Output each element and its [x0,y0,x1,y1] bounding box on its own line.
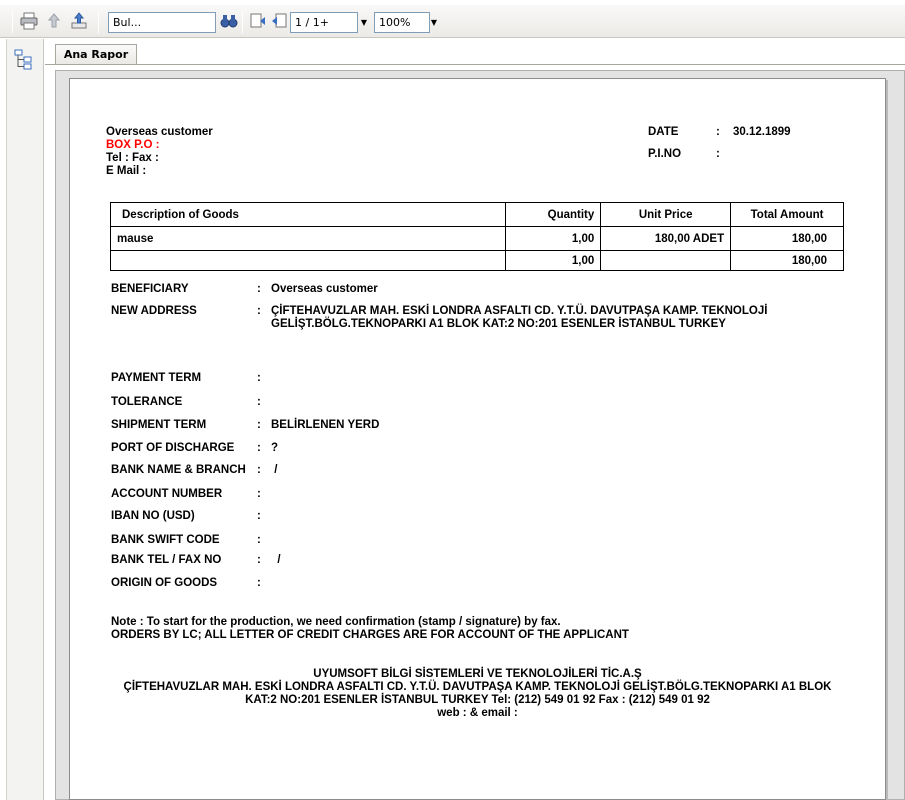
field-value-continued: GELİŞT.BÖLG.TEKNOPARKI A1 BLOK KAT:2 NO:… [271,318,726,330]
toolbar-separator [98,11,99,33]
field-label: BENEFICIARY [111,283,189,295]
prev-page-icon[interactable] [270,12,288,30]
page-dropdown-arrow[interactable]: ▼ [358,12,370,33]
cell-unit-price [600,250,732,271]
first-page-icon[interactable] [249,12,267,30]
cell-unit-price: 180,00 ADET [600,226,732,251]
search-input[interactable]: Bul... [108,12,216,33]
table-header-row: Description of Goods Quantity Unit Price… [109,202,844,227]
zoom-select[interactable]: 100% [374,12,430,33]
export-icon[interactable] [70,12,88,30]
date-value: 30.12.1899 [733,126,791,138]
date-label: DATE [648,126,679,138]
field-colon: : [257,442,261,454]
field-value: ÇİFTEHAVUZLAR MAH. ESKİ LONDRA ASFALTI C… [271,305,768,317]
field-colon: : [257,283,261,295]
tel-fax-label: Tel : Fax : [106,152,159,164]
toolbar-top-line [0,0,905,5]
box-po-label: BOX P.O : [106,139,160,151]
toolbar-separator [242,11,243,33]
field-value: / [271,464,278,476]
cell-grand-total: 180,00 [730,250,844,271]
field-value: BELİRLENEN YERD [271,419,380,431]
cell-quantity: 1,00 [505,226,602,251]
field-colon: : [257,577,261,589]
field-label: IBAN NO (USD) [111,510,195,522]
field-colon: : [257,372,261,384]
field-label: BANK SWIFT CODE [111,534,220,546]
find-binoculars-icon[interactable] [220,12,238,30]
cell-description [109,250,507,271]
field-value: Overseas customer [271,283,378,295]
footer-address-line-2: KAT:2 NO:201 ESENLER İSTANBUL TURKEY Tel… [245,694,710,706]
cell-total-amount: 180,00 [730,226,844,251]
export-up-icon[interactable] [45,12,63,30]
footer-company-name: UYUMSOFT BİLGİ SİSTEMLERİ VE TEKNOLOJİLE… [313,668,642,680]
print-icon[interactable] [20,12,38,30]
table-total-row: 1,00 180,00 [109,250,844,271]
footer-address-line-1: ÇİFTEHAVUZLAR MAH. ESKİ LONDRA ASFALTI C… [123,681,832,693]
field-colon: : [257,554,261,566]
group-tree-panel [0,39,44,800]
field-value: ? [271,442,279,454]
left-panel-stripe [0,39,7,800]
report-toolbar: Bul... 1 / 1+ ▼ 100% ▼ [0,0,905,38]
header-description: Description of Goods [109,202,507,227]
tab-ana-rapor[interactable]: Ana Rapor [55,44,137,66]
cell-total-quantity: 1,00 [505,250,602,271]
field-colon: : [257,419,261,431]
field-label: NEW ADDRESS [111,305,197,317]
zoom-dropdown-arrow[interactable]: ▼ [428,12,440,33]
field-label: ORIGIN OF GOODS [111,577,218,589]
field-label: ACCOUNT NUMBER [111,488,223,500]
date-colon: : [716,126,720,138]
field-colon: : [257,396,261,408]
group-tree-toggle-icon[interactable] [13,48,35,70]
note-line-2: ORDERS BY LC; ALL LETTER OF CREDIT CHARG… [111,629,629,641]
header-unit-price: Unit Price [600,202,732,227]
field-label: BANK TEL / FAX NO [111,554,222,566]
field-colon: : [257,305,261,317]
field-value: / [271,554,281,566]
pino-label: P.I.NO [648,148,682,160]
field-label: SHIPMENT TERM [111,419,207,431]
field-label: TOLERANCE [111,396,183,408]
field-colon: : [257,534,261,546]
header-total-amount: Total Amount [730,202,844,227]
field-colon: : [257,488,261,500]
page-number-input[interactable]: 1 / 1+ [290,12,358,33]
pino-colon: : [716,148,720,160]
field-label: PORT OF DISCHARGE [111,442,235,454]
toolbar-separator [12,11,13,33]
cell-description: mause [109,226,507,251]
header-quantity: Quantity [505,202,602,227]
report-tab-strip: Ana Rapor [45,39,905,66]
email-label: E Mail : [106,165,147,177]
field-label: PAYMENT TERM [111,372,202,384]
field-label: BANK NAME & BRANCH [111,464,246,476]
field-colon: : [257,510,261,522]
table-row: mause 1,00 180,00 ADET 180,00 [109,226,844,251]
goods-table: Description of Goods Quantity Unit Price… [109,202,844,271]
customer-name: Overseas customer [106,126,213,138]
note-line-1: Note : To start for the production, we n… [111,616,561,628]
field-colon: : [257,464,261,476]
footer-web-email: web : & email : [437,707,518,719]
